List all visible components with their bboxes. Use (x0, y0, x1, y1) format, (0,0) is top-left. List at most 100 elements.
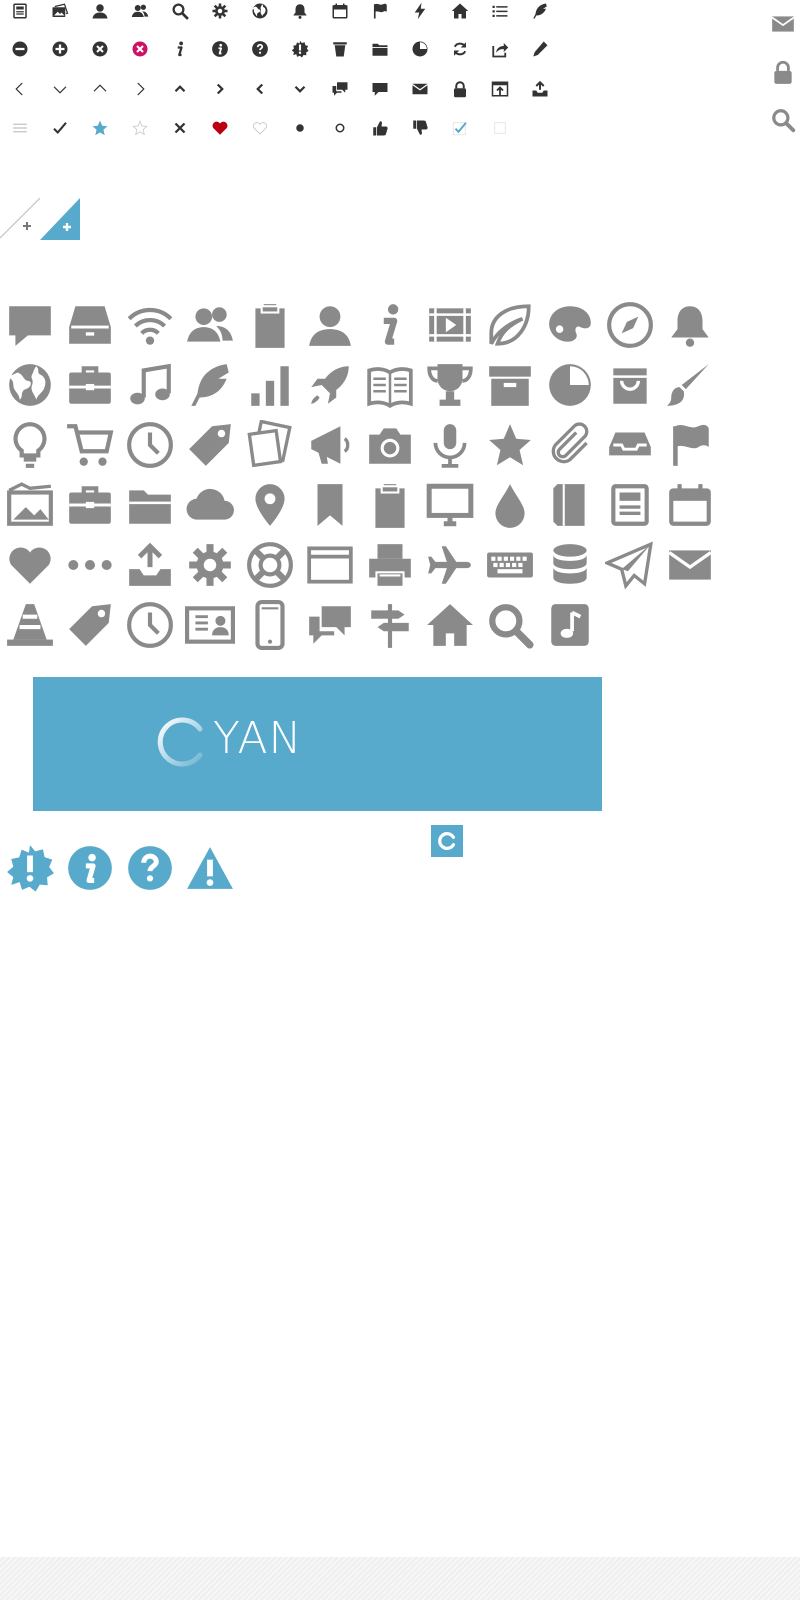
video-icon (420, 295, 480, 355)
clipboard-icon (240, 295, 300, 355)
notebook-icon (540, 475, 600, 535)
book-icon (360, 355, 420, 415)
chevron-right-thin-icon (120, 69, 160, 109)
corner-add-plain-icon (0, 197, 41, 239)
paperclip-icon (540, 415, 600, 475)
feather-icon (520, 0, 560, 31)
landscape-image-icon (0, 475, 60, 535)
camera-icon (360, 415, 420, 475)
printer-icon (360, 535, 420, 595)
drop-icon (480, 475, 540, 535)
small-icon-row (0, 0, 560, 31)
corner-add-blue-button[interactable] (40, 198, 80, 240)
alert-badge-icon (0, 843, 60, 893)
cloud-icon (180, 475, 240, 535)
user-icon (80, 0, 120, 31)
home-icon (440, 0, 480, 31)
cyan-logo-small-icon (438, 832, 456, 850)
signpost-icon (360, 595, 420, 655)
inbox-upload-icon (520, 69, 560, 109)
checkbox-checked-icon (440, 108, 480, 148)
trophy-icon (420, 355, 480, 415)
cart-icon (60, 415, 120, 475)
lightbulb-icon (0, 415, 60, 475)
shopping-bag-icon (600, 355, 660, 415)
large-icon-row (0, 535, 720, 595)
flag-icon (360, 0, 400, 31)
plus-circle-icon (40, 29, 80, 69)
small-icon-row (0, 29, 560, 69)
contact-card-icon (180, 595, 240, 655)
corner-add-plain-button[interactable] (0, 197, 41, 240)
small-icon-row (0, 69, 560, 109)
compass-icon (600, 295, 660, 355)
close-circle-icon (80, 29, 120, 69)
home-icon (420, 595, 480, 655)
cyan-logo-arc-icon (157, 717, 203, 767)
clock-icon (120, 415, 180, 475)
info-icon (160, 29, 200, 69)
search-icon (766, 96, 800, 144)
cyan-logo-text: YAN (213, 713, 303, 764)
feather-icon (180, 355, 240, 415)
star-outline-icon (120, 108, 160, 148)
gear-icon (200, 0, 240, 31)
chevron-up-thin-icon (80, 69, 120, 109)
heart-outline-icon (240, 108, 280, 148)
minus-circle-icon (0, 29, 40, 69)
bell-icon (660, 295, 720, 355)
list-icon (480, 0, 520, 31)
chevron-left-icon (240, 69, 280, 109)
users-icon (120, 0, 160, 31)
rocket-icon (300, 355, 360, 415)
question-circle-icon (240, 29, 280, 69)
alert-badge-icon (280, 29, 320, 69)
large-icon-row (0, 595, 720, 655)
chat-bubbles-icon (320, 69, 360, 109)
gear-icon (180, 535, 240, 595)
corner-add-blue-icon (40, 198, 80, 240)
cyan-banner: YAN (33, 677, 602, 811)
drag-handle-icon (0, 108, 40, 148)
airplane-icon (420, 535, 480, 595)
close-x-icon (160, 108, 200, 148)
paper-plane-icon (600, 535, 660, 595)
speech-bubble-icon (0, 295, 60, 355)
thumbs-up-icon (360, 108, 400, 148)
lock-icon (440, 69, 480, 109)
map-pin-icon (240, 475, 300, 535)
chevron-up-icon (160, 69, 200, 109)
upload-tray-icon (120, 535, 180, 595)
users-icon (180, 295, 240, 355)
keyboard-icon (480, 535, 540, 595)
cyan-logo-small (431, 825, 463, 857)
tray-icon (600, 415, 660, 475)
leaf-icon (480, 295, 540, 355)
side-toolbar (766, 0, 800, 144)
checkbox-empty-icon (480, 108, 520, 148)
search-icon (160, 0, 200, 31)
megaphone-icon (300, 415, 360, 475)
chat-bubbles-icon (300, 595, 360, 655)
radio-empty-icon (320, 108, 360, 148)
small-icon-row (0, 108, 520, 148)
radio-filled-icon (280, 108, 320, 148)
clock-icon (120, 595, 180, 655)
clipboard-icon (360, 475, 420, 535)
warning-triangle-icon (180, 843, 240, 893)
star-filled-icon (80, 108, 120, 148)
thumbs-down-icon (400, 108, 440, 148)
flag-icon (660, 415, 720, 475)
info-circle-icon (200, 29, 240, 69)
upload-box-icon (480, 69, 520, 109)
lock-icon (766, 48, 800, 96)
calendar-icon (320, 0, 360, 31)
toolbox-icon (60, 475, 120, 535)
close-circle-red-icon (120, 29, 160, 69)
music-icon (120, 355, 180, 415)
mobile-phone-icon (240, 595, 300, 655)
user-icon (300, 295, 360, 355)
monitor-icon (420, 475, 480, 535)
large-icon-row (0, 355, 720, 415)
lifebuoy-icon (240, 535, 300, 595)
